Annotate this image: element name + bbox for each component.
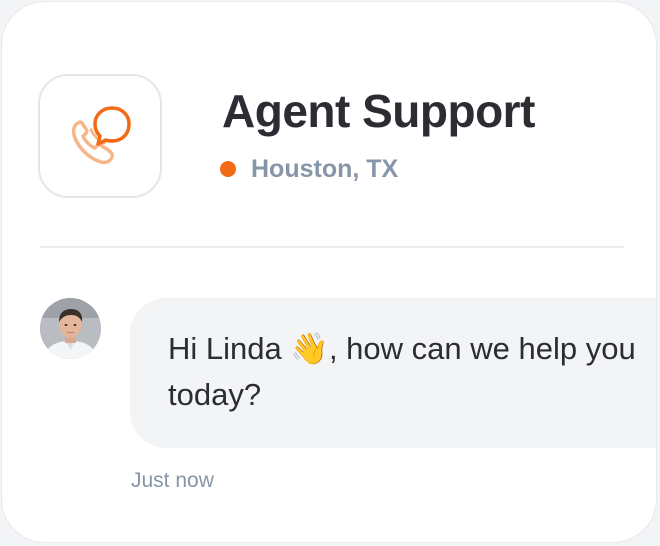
message-timestamp: Just now	[131, 469, 214, 492]
support-chat-card: Agent Support Houston, TX Hi Linda 👋, ho…	[1, 1, 657, 543]
location-row: Houston, TX	[220, 152, 398, 186]
phone-chat-icon	[71, 106, 131, 165]
page-title: Agent Support	[222, 85, 535, 137]
location-label: Houston, TX	[251, 154, 399, 183]
avatar-photo	[40, 298, 101, 359]
message-text: Hi Linda 👋, how can we help you today?	[168, 331, 636, 412]
divider	[40, 246, 624, 248]
agent-avatar	[40, 298, 101, 359]
message-bubble: Hi Linda 👋, how can we help you today?	[130, 298, 656, 448]
app-icon-tile	[38, 74, 162, 198]
status-dot	[220, 161, 236, 177]
